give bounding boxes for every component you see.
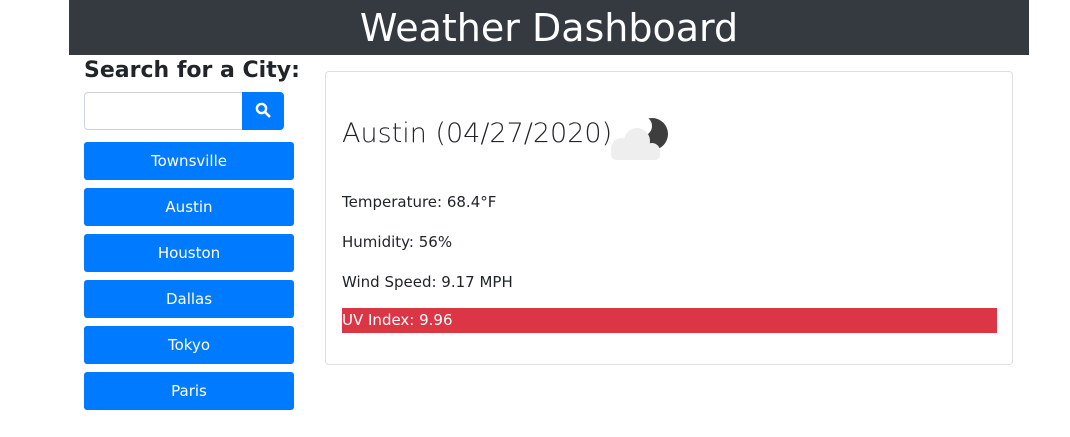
page-title: Weather Dashboard [359,5,739,50]
city-button-townsville[interactable]: Townsville [84,142,294,180]
search-history-list: Townsville Austin Houston Dallas Tokyo P… [84,142,294,418]
city-button-austin[interactable]: Austin [84,188,294,226]
city-button-tokyo[interactable]: Tokyo [84,326,294,364]
city-button-paris[interactable]: Paris [84,372,294,410]
current-weather-card: Austin (04/27/2020) Temperature: 68.4°F … [325,71,1013,365]
cloudy-night-icon [602,112,674,168]
humidity-text: Humidity: 56% [342,233,453,251]
wind-speed-text: Wind Speed: 9.17 MPH [342,273,513,291]
current-city-title: Austin (04/27/2020) [342,118,613,149]
temperature-text: Temperature: 68.4°F [342,193,497,211]
city-search-input[interactable] [84,92,244,130]
search-button[interactable] [242,92,284,130]
city-button-houston[interactable]: Houston [84,234,294,272]
search-label: Search for a City: [84,58,300,83]
uv-index-badge: UV Index: 9.96 [342,308,997,333]
city-button-dallas[interactable]: Dallas [84,280,294,318]
app-header: Weather Dashboard [69,0,1029,55]
search-icon [255,102,271,121]
